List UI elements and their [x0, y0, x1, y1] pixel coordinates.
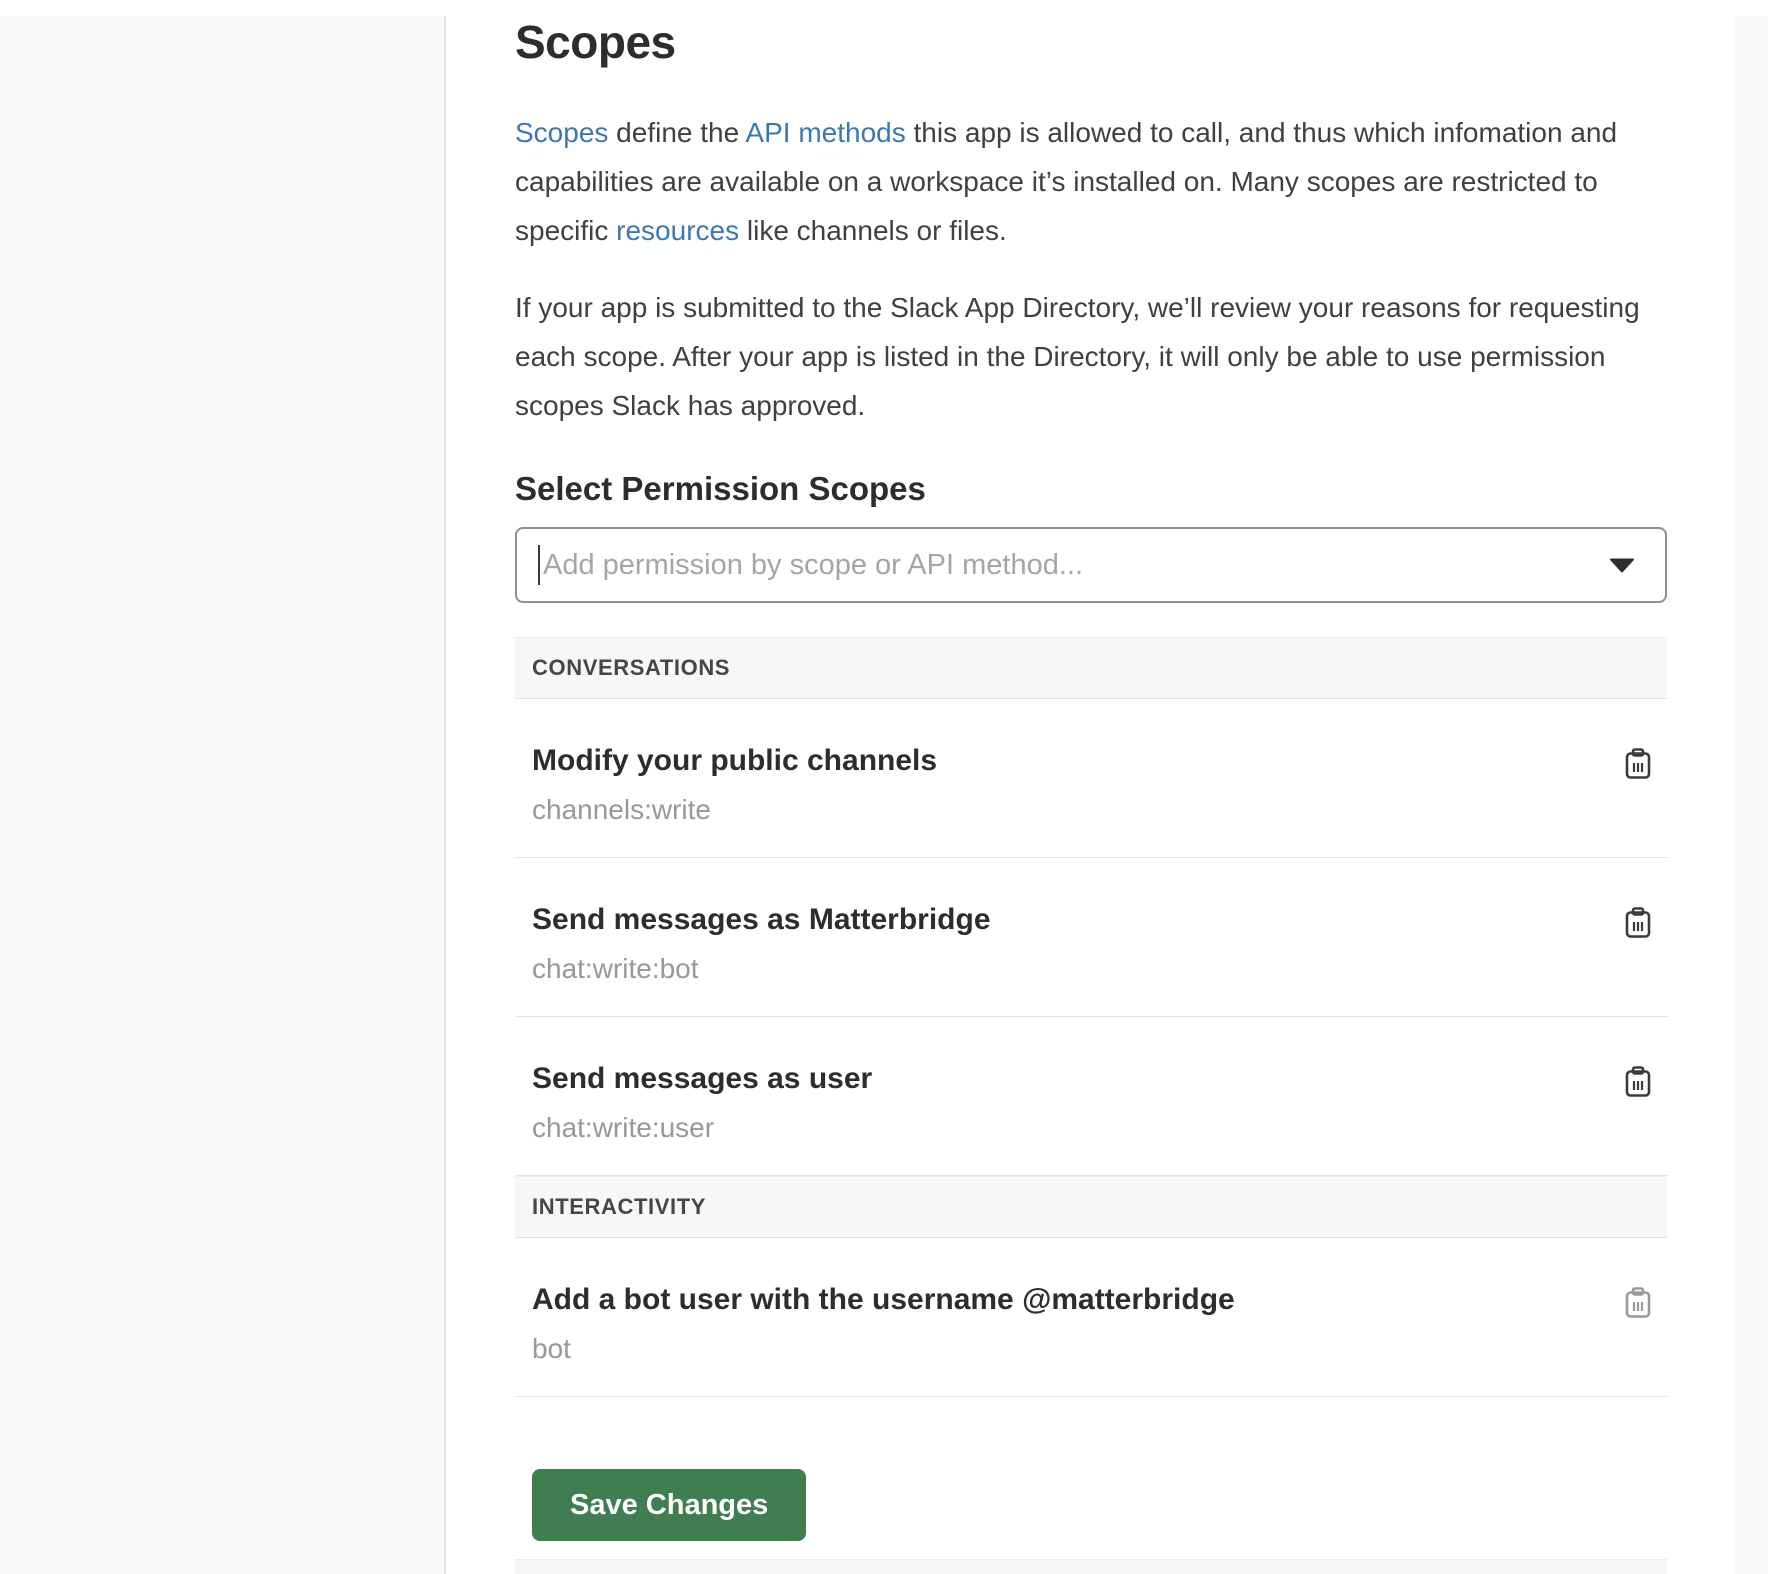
resources-link[interactable]: resources: [616, 215, 739, 246]
next-section-band: [515, 1559, 1667, 1574]
scope-title: Modify your public channels: [532, 743, 937, 779]
delete-scope-button[interactable]: [1623, 1286, 1653, 1323]
page-background-strip: [1734, 16, 1768, 1574]
trash-icon: [1623, 747, 1653, 781]
delete-scope-button[interactable]: [1623, 1065, 1653, 1102]
left-sidebar: [0, 16, 446, 1574]
scope-row: Add a bot user with the username @matter…: [515, 1238, 1667, 1397]
trash-icon: [1623, 1065, 1653, 1099]
scope-section: INTERACTIVITY Add a bot user with the us…: [515, 1176, 1667, 1397]
api-methods-link[interactable]: API methods: [745, 117, 905, 148]
scope-section-label: CONVERSATIONS: [532, 655, 730, 681]
scope-row: Modify your public channels channels:wri…: [515, 699, 1667, 858]
scopes-panel: Scopes Scopes define the API methods thi…: [448, 16, 1734, 1574]
scope-title: Send messages as user: [532, 1061, 872, 1097]
save-changes-button[interactable]: Save Changes: [532, 1469, 806, 1541]
scope-section-header: INTERACTIVITY: [515, 1176, 1667, 1238]
scope-code: chat:write:user: [532, 1111, 872, 1145]
select-permission-scopes-heading: Select Permission Scopes: [515, 470, 1667, 508]
intro-text: like channels or files.: [739, 215, 1007, 246]
page-title: Scopes: [515, 16, 1667, 68]
scopes-list: CONVERSATIONS Modify your public channel…: [515, 637, 1667, 1397]
scope-title: Add a bot user with the username @matter…: [532, 1282, 1235, 1318]
scope-section-header: CONVERSATIONS: [515, 637, 1667, 699]
trash-icon: [1623, 906, 1653, 940]
caret-down-icon[interactable]: [1609, 558, 1635, 573]
scope-code: bot: [532, 1332, 1235, 1366]
scope-code: channels:write: [532, 793, 937, 827]
scope-section: CONVERSATIONS Modify your public channel…: [515, 637, 1667, 1176]
trash-icon: [1623, 1286, 1653, 1320]
scope-row: Send messages as user chat:write:user: [515, 1017, 1667, 1176]
scope-search-wrap: [515, 527, 1667, 603]
scopes-link[interactable]: Scopes: [515, 117, 608, 148]
delete-scope-button[interactable]: [1623, 747, 1653, 784]
text-cursor: [538, 545, 540, 585]
delete-scope-button[interactable]: [1623, 906, 1653, 943]
scope-title: Send messages as Matterbridge: [532, 902, 991, 938]
intro-paragraph-2: If your app is submitted to the Slack Ap…: [515, 283, 1667, 430]
intro-text: define the: [608, 117, 745, 148]
scope-row: Send messages as Matterbridge chat:write…: [515, 858, 1667, 1017]
scope-code: chat:write:bot: [532, 952, 991, 986]
scope-section-label: INTERACTIVITY: [532, 1194, 706, 1220]
intro-paragraph-1: Scopes define the API methods this app i…: [515, 108, 1667, 255]
scope-search-input[interactable]: [515, 527, 1667, 603]
